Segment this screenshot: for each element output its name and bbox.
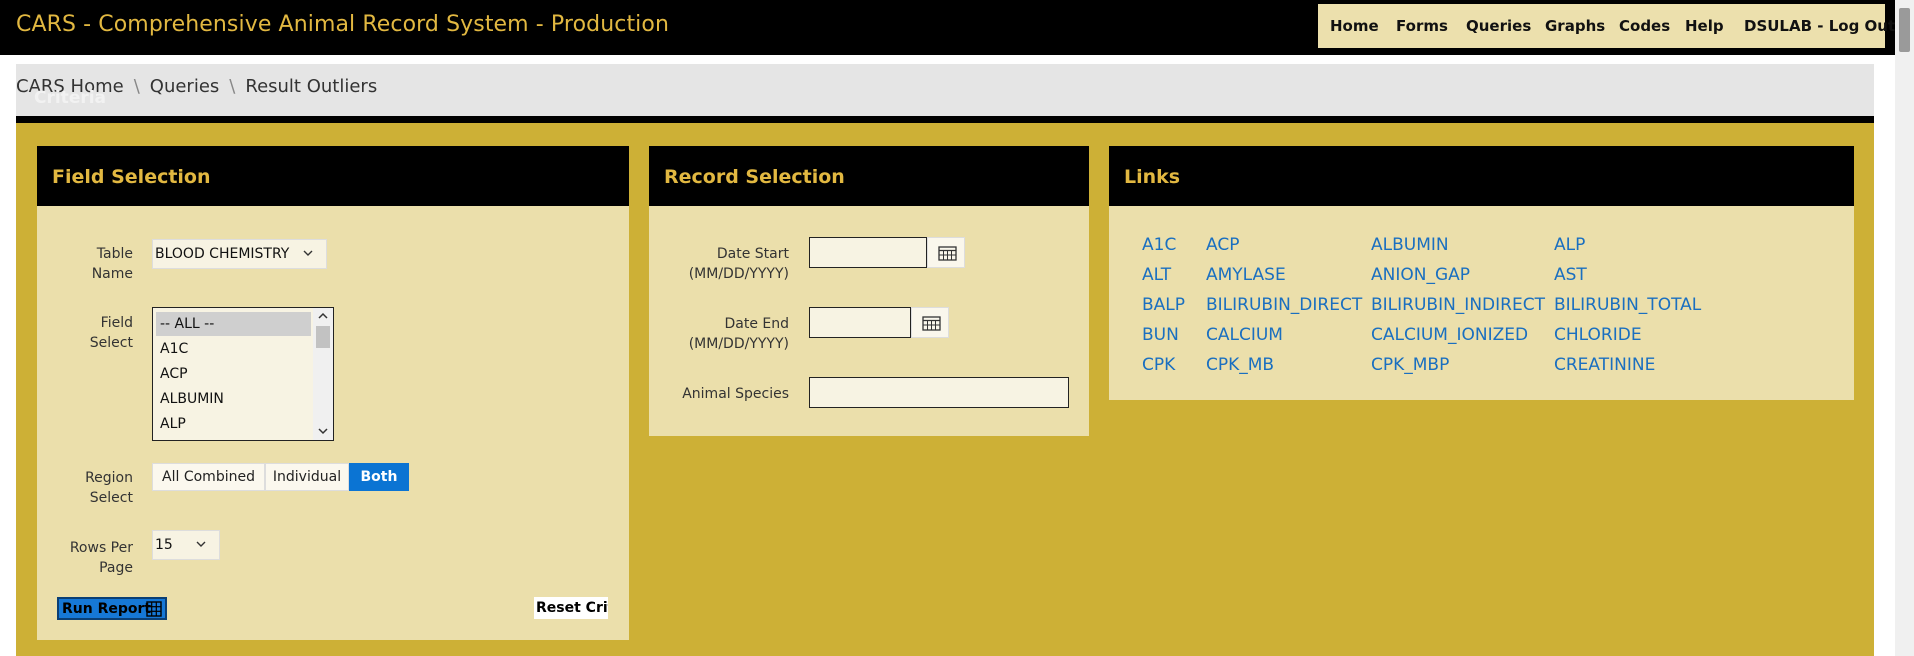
link-bilirubin-total[interactable]: BILIRUBIN_TOTAL — [1554, 295, 1701, 315]
nav-forms[interactable]: Forms — [1396, 17, 1448, 35]
animal-species-input[interactable] — [809, 377, 1069, 408]
breadcrumb-current: Result Outliers — [245, 76, 378, 97]
nav-logout[interactable]: DSULAB - Log Out — [1744, 17, 1895, 35]
link-balp[interactable]: BALP — [1142, 295, 1185, 315]
app-title: CARS - Comprehensive Animal Record Syste… — [16, 12, 669, 37]
nav-home[interactable]: Home — [1330, 17, 1379, 35]
link-a1c[interactable]: A1C — [1142, 235, 1176, 255]
link-bilirubin-direct[interactable]: BILIRUBIN_DIRECT — [1206, 295, 1362, 315]
table-grid-icon — [146, 601, 162, 617]
page-scrollbar[interactable] — [1895, 0, 1914, 656]
link-anion-gap[interactable]: ANION_GAP — [1371, 265, 1470, 285]
link-alp[interactable]: ALP — [1554, 235, 1585, 255]
chevron-down-icon — [196, 541, 206, 547]
criteria-area: Field Selection Table Name BLOOD CHEMIST… — [16, 123, 1874, 656]
date-start-input[interactable] — [809, 237, 927, 268]
divider — [16, 116, 1874, 123]
field-option[interactable]: ALBUMIN — [156, 387, 311, 411]
links-title: Links — [1124, 166, 1181, 188]
link-bilirubin-indirect[interactable]: BILIRUBIN_INDIRECT — [1371, 295, 1545, 315]
list-scrollbar-thumb[interactable] — [316, 326, 330, 348]
date-start-calendar-button[interactable] — [927, 237, 965, 268]
reset-criteria-button[interactable]: Reset Criteria — [534, 597, 608, 619]
field-selection-title: Field Selection — [52, 166, 211, 188]
date-end-input[interactable] — [809, 307, 911, 338]
table-name-label: Table Name — [91, 246, 133, 282]
region-all-combined[interactable]: All Combined — [152, 463, 265, 491]
date-end-label: Date End (MM/DD/YYYY) — [688, 316, 789, 352]
link-calcium[interactable]: CALCIUM — [1206, 325, 1283, 345]
field-select-label: Field Select — [89, 315, 133, 351]
link-cpk-mb[interactable]: CPK_MB — [1206, 355, 1274, 375]
calendar-icon — [938, 246, 957, 261]
date-end-calendar-button[interactable] — [911, 307, 949, 338]
link-chloride[interactable]: CHLORIDE — [1554, 325, 1642, 345]
breadcrumb-separator: \ — [229, 76, 236, 97]
link-calcium-ionized[interactable]: CALCIUM_IONIZED — [1371, 325, 1528, 345]
rows-per-page-value: 15 — [155, 537, 173, 553]
region-individual[interactable]: Individual — [265, 463, 349, 491]
link-albumin[interactable]: ALBUMIN — [1371, 235, 1449, 255]
date-start-label: Date Start (MM/DD/YYYY) — [688, 246, 789, 282]
region-select-label: Region Select — [85, 470, 133, 506]
region-both[interactable]: Both — [349, 463, 409, 491]
field-option[interactable]: A1C — [156, 337, 311, 361]
list-scrollbar[interactable] — [313, 308, 333, 440]
links-panel: Links A1C ACP ALBUMIN ALP ALT AMYLASE AN… — [1109, 146, 1854, 400]
nav-queries[interactable]: Queries — [1466, 17, 1531, 35]
link-cpk[interactable]: CPK — [1142, 355, 1175, 375]
links-header: Links — [1109, 146, 1854, 206]
record-selection-header: Record Selection — [649, 146, 1089, 206]
breadcrumb-queries[interactable]: Queries — [150, 76, 220, 97]
nav-graphs[interactable]: Graphs — [1545, 17, 1605, 35]
field-option[interactable]: ALP — [156, 412, 311, 436]
breadcrumb-separator: \ — [133, 76, 140, 97]
link-acp[interactable]: ACP — [1206, 235, 1239, 255]
record-selection-title: Record Selection — [664, 166, 845, 188]
run-report-button[interactable]: Run Report — [57, 597, 167, 620]
scrollbar-thumb[interactable] — [1899, 8, 1910, 52]
top-nav: Home Forms Queries Graphs Codes Help DSU… — [1318, 4, 1895, 48]
criteria-heading: Criteria — [34, 88, 107, 108]
rows-per-page-label: Rows Per Page — [69, 540, 133, 576]
breadcrumb-bar: CARS Home \ Queries \ Result Outliers — [16, 64, 1874, 116]
nav-help[interactable]: Help — [1685, 17, 1724, 35]
link-amylase[interactable]: AMYLASE — [1206, 265, 1286, 285]
field-option[interactable]: ACP — [156, 362, 311, 386]
table-name-select[interactable]: BLOOD CHEMISTRY — [152, 239, 327, 269]
link-creatinine[interactable]: CREATININE — [1554, 355, 1655, 375]
link-alt[interactable]: ALT — [1142, 265, 1171, 285]
field-select-list[interactable]: -- ALL -- A1C ACP ALBUMIN ALP — [152, 307, 334, 441]
scroll-up-icon[interactable] — [317, 311, 329, 321]
table-name-value: BLOOD CHEMISTRY — [155, 246, 290, 262]
rows-per-page-select[interactable]: 15 — [152, 530, 220, 560]
field-selection-header: Field Selection — [37, 146, 629, 206]
animal-species-label: Animal Species — [682, 386, 789, 402]
link-cpk-mbp[interactable]: CPK_MBP — [1371, 355, 1449, 375]
record-selection-panel: Record Selection Date Start (MM/DD/YYYY)… — [649, 146, 1089, 436]
chevron-down-icon — [303, 250, 313, 256]
run-report-label: Run Report — [62, 601, 152, 617]
calendar-icon — [922, 316, 941, 331]
nav-codes[interactable]: Codes — [1619, 17, 1670, 35]
field-option[interactable]: -- ALL -- — [156, 312, 311, 336]
link-ast[interactable]: AST — [1554, 265, 1587, 285]
scroll-down-icon[interactable] — [317, 426, 329, 436]
link-bun[interactable]: BUN — [1142, 325, 1179, 345]
top-bar: CARS - Comprehensive Animal Record Syste… — [0, 0, 1914, 55]
field-selection-panel: Field Selection Table Name BLOOD CHEMIST… — [37, 146, 629, 640]
